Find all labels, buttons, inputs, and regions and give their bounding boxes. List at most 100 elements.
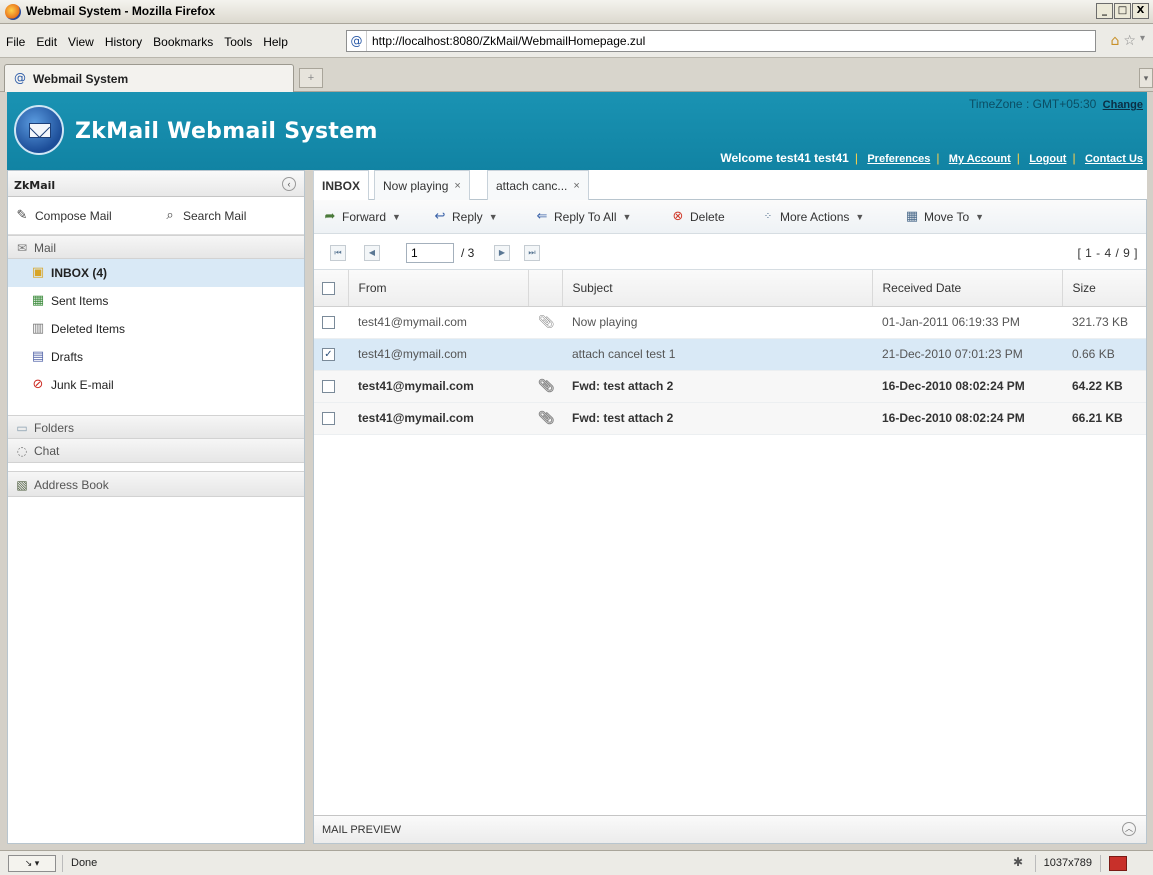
browser-tab[interactable]: @ Webmail System [4, 64, 294, 92]
minimize-button[interactable]: _ [1096, 3, 1113, 19]
tab-inbox[interactable]: INBOX [313, 170, 370, 201]
first-page-icon[interactable]: ⏮ [330, 245, 346, 261]
menu-view[interactable]: View [68, 35, 94, 49]
prev-page-icon[interactable]: ◀ [364, 245, 380, 261]
site-identity-icon[interactable]: @ [347, 31, 367, 51]
address-book-header[interactable]: ▧ Address Book [8, 471, 304, 497]
extension-icon[interactable] [1109, 856, 1127, 871]
menu-bookmarks[interactable]: Bookmarks [153, 35, 213, 49]
folder-sent-items[interactable]: ▦ Sent Items [8, 287, 304, 315]
chat-icon: ◌ [16, 444, 28, 458]
url-text[interactable]: http://localhost:8080/ZkMail/WebmailHome… [367, 34, 645, 48]
contact-us-link[interactable]: Contact Us [1085, 153, 1143, 165]
forward-label: Forward [342, 210, 387, 224]
mail-group-header[interactable]: ✉ Mail [8, 235, 304, 259]
home-icon[interactable]: ⌂ [1111, 33, 1120, 49]
row-checkbox[interactable] [322, 380, 335, 394]
url-bar[interactable]: @ http://localhost:8080/ZkMail/WebmailHo… [346, 30, 1096, 52]
tab-attach-cancel[interactable]: attach canc... × [487, 170, 589, 200]
delete-button[interactable]: ⊗ Delete [670, 209, 725, 225]
row-date: 16-Dec-2010 08:02:24 PM [872, 402, 1062, 435]
reply-all-label: Reply To All [554, 210, 617, 224]
user-links: Welcome test41 test41 | Preferences | My A… [720, 151, 1143, 165]
mail-preview-label: MAIL PREVIEW [322, 824, 402, 836]
folder-deleted-label: Deleted Items [51, 322, 126, 336]
address-book-label: Address Book [34, 478, 109, 492]
logout-link[interactable]: Logout [1029, 153, 1066, 165]
collapse-sidebar-icon[interactable]: ‹ [282, 177, 296, 191]
page-number-input[interactable] [406, 243, 454, 263]
folder-deleted-items[interactable]: ▥ Deleted Items [8, 315, 304, 343]
tab-favicon-icon: @ [14, 71, 26, 85]
row-subject: Fwd: test attach 2 [562, 402, 872, 435]
row-checkbox[interactable] [322, 316, 335, 330]
mail-toolbar: ➦ Forward ▼ ↩ Reply ▼ ⇐ Reply To All ▼ ⊗ De… [314, 200, 1146, 234]
row-date: 01-Jan-2011 06:19:33 PM [872, 306, 1062, 339]
firebug-icon[interactable]: ✱ [1013, 855, 1023, 869]
attachment-icon: 📎︎ [538, 410, 555, 426]
mail-list-header: From Subject Received Date Size [314, 270, 1146, 307]
my-account-link[interactable]: My Account [949, 153, 1011, 165]
reply-button[interactable]: ↩ Reply ▼ [432, 209, 498, 225]
forward-icon: ➦ [324, 209, 336, 224]
last-page-icon[interactable]: ⏭ [524, 245, 540, 261]
expand-preview-icon[interactable]: ︿ [1122, 822, 1136, 836]
menu-tools[interactable]: Tools [224, 35, 252, 49]
compose-mail-button[interactable]: ✎ Compose Mail [14, 208, 112, 224]
move-to-button[interactable]: ▦ Move To ▼ [904, 209, 984, 225]
chat-group-header[interactable]: ◌ Chat [8, 439, 304, 463]
table-row[interactable]: test41@mymail.com 📎︎ Now playing 01-Jan-… [314, 306, 1146, 339]
next-page-icon[interactable]: ▶ [494, 245, 510, 261]
row-from: test41@mymail.com [348, 402, 528, 435]
address-book-icon: ▧ [16, 478, 28, 492]
status-tools-button[interactable]: ↘ ▾ [8, 855, 56, 872]
tab-list-button[interactable]: ▾ [1139, 68, 1153, 88]
attachment-icon: 📎︎ [538, 378, 555, 394]
row-date: 16-Dec-2010 08:02:24 PM [872, 370, 1062, 403]
row-checkbox[interactable] [322, 412, 335, 426]
menu-history[interactable]: History [105, 35, 142, 49]
bookmark-star-icon[interactable]: ☆ [1123, 33, 1136, 49]
forward-button[interactable]: ➦ Forward ▼ [322, 209, 401, 225]
close-button[interactable]: X [1132, 3, 1149, 19]
col-subject[interactable]: Subject [562, 270, 873, 307]
col-from[interactable]: From [348, 270, 529, 307]
timezone-change-link[interactable]: Change [1103, 99, 1143, 111]
select-all-checkbox[interactable] [322, 281, 335, 295]
table-row[interactable]: test41@mymail.com 📎︎ Fwd: test attach 2 … [314, 402, 1146, 435]
more-actions-button[interactable]: ⁘ More Actions ▼ [760, 209, 865, 225]
folder-junk-email[interactable]: ⊘ Junk E-mail [8, 371, 304, 399]
sidebar-header: ZkMail ‹ [8, 171, 304, 197]
close-tab-icon[interactable]: × [573, 180, 579, 192]
row-size: 0.66 KB [1062, 338, 1146, 371]
search-mail-label: Search Mail [183, 209, 247, 223]
mail-preview-bar[interactable]: MAIL PREVIEW ︿ [314, 815, 1146, 843]
col-size[interactable]: Size [1062, 270, 1146, 307]
move-to-icon: ▦ [905, 209, 919, 224]
table-row[interactable]: ✓ test41@mymail.com attach cancel test 1… [314, 338, 1146, 371]
folder-inbox[interactable]: ▣ INBOX (4) [8, 259, 304, 287]
row-checkbox[interactable]: ✓ [322, 348, 335, 362]
col-attachment[interactable] [528, 270, 563, 307]
compose-mail-label: Compose Mail [35, 209, 112, 223]
new-tab-button[interactable]: + [299, 68, 323, 88]
search-mail-button[interactable]: ⌕ Search Mail [162, 208, 246, 224]
tab-attach-cancel-label: attach canc... [496, 178, 568, 193]
reply-all-button[interactable]: ⇐ Reply To All ▼ [534, 209, 632, 225]
dropdown-arrow-icon[interactable]: ▾ [1140, 33, 1145, 49]
window-titlebar: Webmail System - Mozilla Firefox _ □ X [0, 0, 1153, 24]
pager: ⏮ ◀ / 3 ▶ ⏭ [ 1 - 4 / 9 ] [314, 234, 1146, 270]
folder-drafts[interactable]: ▤ Drafts [8, 343, 304, 371]
menu-file[interactable]: File [6, 35, 25, 49]
table-row[interactable]: test41@mymail.com 📎︎ Fwd: test attach 2 … [314, 370, 1146, 403]
tab-now-playing[interactable]: Now playing × [374, 170, 470, 200]
folders-group-header[interactable]: ▭ Folders [8, 415, 304, 439]
menu-help[interactable]: Help [263, 35, 288, 49]
col-received-date[interactable]: Received Date [872, 270, 1063, 307]
more-actions-label: More Actions [780, 210, 850, 224]
preferences-link[interactable]: Preferences [867, 153, 930, 165]
page-range: [ 1 - 4 / 9 ] [1077, 246, 1138, 260]
menu-edit[interactable]: Edit [36, 35, 57, 49]
maximize-button[interactable]: □ [1114, 3, 1131, 19]
close-tab-icon[interactable]: × [454, 180, 460, 192]
